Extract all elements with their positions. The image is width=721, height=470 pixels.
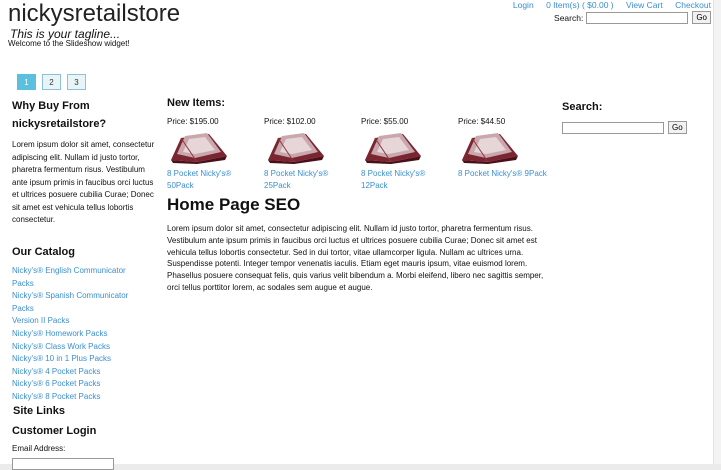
product-card: Price: $55.00 8 Pocket Nicky's® 12Pack	[361, 117, 457, 191]
product-price: Price: $44.50	[458, 117, 506, 126]
top-search-label: Search:	[554, 12, 584, 23]
product-image[interactable]	[264, 130, 328, 164]
catalog-item[interactable]: Packs	[12, 303, 128, 316]
top-search-input[interactable]	[586, 11, 689, 24]
catalog-item[interactable]: Version II Packs	[12, 315, 128, 328]
product-price: Price: $102.00	[264, 117, 316, 126]
catalog-item[interactable]: Packs	[12, 278, 128, 291]
product-name-line1: 8 Pocket Nicky's® 9Pack	[458, 169, 547, 178]
folder-pack-icon	[462, 133, 518, 164]
product-name-line1: 8 Pocket Nicky's®	[167, 169, 232, 178]
product-image[interactable]	[361, 130, 425, 164]
window-edge	[713, 0, 721, 464]
new-items-heading: New Items:	[167, 97, 226, 109]
slideshow-welcome-text: Welcome to the Slideshow widget!	[8, 39, 130, 48]
catalog-item[interactable]: Nicky's® Spanish Communicator	[12, 290, 128, 303]
seo-heading: Home Page SEO	[167, 195, 301, 214]
product-name-link[interactable]: 8 Pocket Nicky's® 12Pack	[361, 168, 457, 191]
product-image[interactable]	[167, 130, 231, 164]
catalog-item[interactable]: Nicky's® 4 Pocket Packs	[12, 366, 128, 379]
product-name-line1: 8 Pocket Nicky's®	[264, 169, 329, 178]
why-buy-heading: Why Buy From	[12, 100, 90, 112]
catalog-item[interactable]: Nicky's® English Communicator	[12, 265, 128, 278]
product-card: Price: $195.00 8 Pocket Nicky's® 50Pack	[167, 117, 263, 191]
site-links-heading: Site Links	[13, 405, 65, 417]
catalog-heading: Our Catalog	[12, 246, 75, 258]
top-links: Login 0 Item(s) ( $0.00 ) View Cart Chec…	[503, 0, 711, 10]
cart-count: 0 Item(s)	[546, 0, 580, 10]
why-buy-heading-line2: nickysretailstore?	[12, 118, 107, 130]
page: nickysretailstore This is your tagline..…	[0, 0, 713, 470]
product-name-link[interactable]: 8 Pocket Nicky's® 25Pack	[264, 168, 360, 191]
folder-pack-icon	[365, 133, 421, 164]
folder-pack-icon	[171, 133, 227, 164]
cart-count-link[interactable]: 0 Item(s) ( $0.00 )	[546, 0, 614, 10]
site-title[interactable]: nickysretailstore	[8, 1, 180, 27]
product-card: Price: $102.00 8 Pocket Nicky's® 25Pack	[264, 117, 360, 191]
right-search-heading: Search:	[562, 101, 603, 113]
product-name-line1: 8 Pocket Nicky's®	[361, 169, 426, 178]
slideshow-page-2[interactable]: 2	[42, 74, 61, 90]
catalog-item[interactable]: Nicky's® 10 in 1 Plus Packs	[12, 353, 128, 366]
top-search-go-button[interactable]: Go	[692, 11, 711, 24]
product-image[interactable]	[458, 130, 522, 164]
catalog-list: Nicky's® English Communicator Packs Nick…	[12, 265, 128, 404]
product-name-line2: 25Pack	[264, 180, 291, 190]
product-name-line2: 12Pack	[361, 180, 388, 190]
catalog-item[interactable]: Nicky's® 8 Pocket Packs	[12, 391, 128, 404]
right-search-input[interactable]	[562, 121, 664, 134]
product-price: Price: $55.00	[361, 117, 409, 126]
email-field[interactable]	[12, 458, 114, 470]
slideshow-page-3[interactable]: 3	[67, 74, 86, 90]
right-search: Go	[562, 121, 687, 134]
product-name-link[interactable]: 8 Pocket Nicky's® 9Pack	[458, 168, 558, 180]
slideshow-pager: 1 2 3	[17, 74, 92, 90]
catalog-item[interactable]: Nicky's® Class Work Packs	[12, 341, 128, 354]
folder-pack-icon	[268, 133, 324, 164]
top-search: Search: Go	[554, 11, 711, 24]
product-card: Price: $44.50 8 Pocket Nicky's® 9Pack	[458, 117, 558, 180]
catalog-item[interactable]: Nicky's® Homework Packs	[12, 328, 128, 341]
catalog-item[interactable]: Nicky's® 6 Pocket Packs	[12, 378, 128, 391]
seo-text: Lorem ipsum dolor sit amet, consectetur …	[167, 224, 544, 292]
cart-total: ( $0.00 )	[581, 0, 614, 10]
login-link[interactable]: Login	[513, 0, 534, 10]
why-buy-text: Lorem ipsum dolor sit amet, consectetur …	[12, 140, 155, 224]
email-label: Email Address:	[12, 444, 66, 453]
product-name-line2: 50Pack	[167, 180, 194, 190]
slideshow-page-1[interactable]: 1	[17, 74, 36, 90]
product-price: Price: $195.00	[167, 117, 219, 126]
product-name-link[interactable]: 8 Pocket Nicky's® 50Pack	[167, 168, 263, 191]
view-cart-link[interactable]: View Cart	[626, 0, 663, 10]
checkout-link[interactable]: Checkout	[675, 0, 711, 10]
right-search-go-button[interactable]: Go	[668, 121, 687, 134]
customer-login-heading: Customer Login	[12, 425, 97, 437]
